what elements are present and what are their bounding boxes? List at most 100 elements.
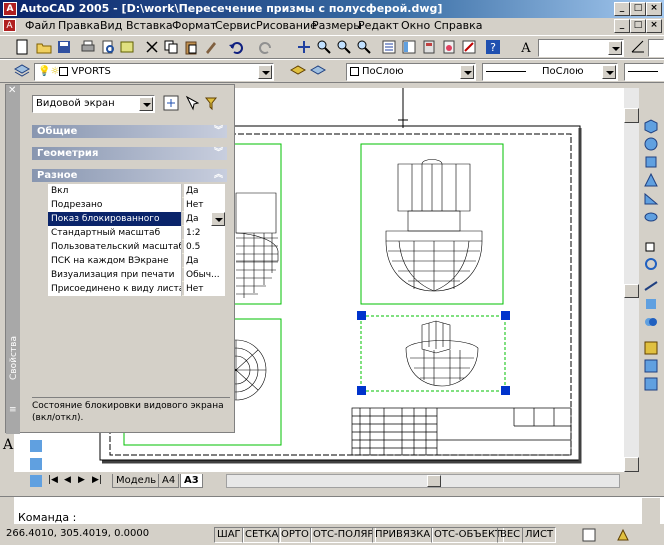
property-row[interactable]: Вкл Да xyxy=(48,184,225,198)
horizontal-scrollbar[interactable] xyxy=(226,474,620,488)
property-row[interactable]: ПСК на каждом ВЭкране Да xyxy=(48,254,225,268)
minimize-button[interactable]: _ xyxy=(614,2,630,16)
menu-draw[interactable]: Рисование xyxy=(256,19,317,32)
cone-icon[interactable] xyxy=(643,172,659,188)
tab-last-icon[interactable]: ▶| xyxy=(92,475,102,485)
property-value[interactable]: 0.5 xyxy=(184,240,225,254)
doc-minimize-button[interactable]: _ xyxy=(614,19,630,33)
section-misc[interactable]: Разное ︽ xyxy=(32,169,227,182)
sphere-icon[interactable] xyxy=(643,136,659,152)
tab-model[interactable]: Модель xyxy=(112,474,161,488)
markup-set-manager-icon[interactable] xyxy=(461,39,477,55)
scroll-thumb[interactable] xyxy=(624,284,639,298)
print-icon[interactable] xyxy=(80,39,96,55)
zoom-realtime-icon[interactable] xyxy=(316,39,332,55)
command-window[interactable]: Команда : xyxy=(0,496,664,525)
pan-realtime-icon[interactable] xyxy=(296,39,312,55)
menu-insert[interactable]: Вставка xyxy=(126,19,173,32)
communication-center-icon[interactable] xyxy=(616,528,630,542)
close-button[interactable]: × xyxy=(646,2,662,16)
paste-icon[interactable] xyxy=(183,39,199,55)
palette-autohide-icon[interactable]: ≡ xyxy=(9,405,17,415)
menu-edit[interactable]: Правка xyxy=(58,19,100,32)
toggle-polar[interactable]: ОТС-ПОЛЯР xyxy=(310,527,377,543)
design-center-icon[interactable] xyxy=(401,39,417,55)
interfere-icon[interactable] xyxy=(643,314,659,330)
property-row[interactable]: Пользовательский масштаб 0.5 xyxy=(48,240,225,254)
toggle-lweight[interactable]: ВЕС xyxy=(497,527,524,543)
maximize-button[interactable]: □ xyxy=(630,2,646,16)
linetype-control[interactable]: ПоСлою xyxy=(482,63,618,81)
doc-close-button[interactable]: × xyxy=(646,19,662,33)
setup-drawing-icon[interactable] xyxy=(643,340,659,356)
palette-title-strip[interactable]: ✕ Свойства ≡ xyxy=(6,85,20,434)
color-dropdown-arrow[interactable] xyxy=(460,65,474,79)
tab-a3[interactable]: A3 xyxy=(180,474,203,488)
grip-bottom-right[interactable] xyxy=(501,386,510,395)
layer-dropdown-arrow[interactable] xyxy=(258,65,272,79)
layer-combo[interactable]: 💡☼ VPORTS xyxy=(34,63,274,81)
slice-icon[interactable] xyxy=(643,278,659,294)
copy-icon[interactable] xyxy=(163,39,179,55)
torus-icon[interactable] xyxy=(643,208,659,224)
property-value[interactable]: Обыч... xyxy=(184,268,225,282)
lineweight-control[interactable] xyxy=(624,63,664,81)
grip-top-left[interactable] xyxy=(357,311,366,320)
property-row-selected[interactable]: Показ блокированного Да xyxy=(48,212,225,226)
object-type-select[interactable]: Видовой экран xyxy=(32,95,155,113)
linetype-dropdown-arrow[interactable] xyxy=(602,65,616,79)
scroll-up-arrow[interactable] xyxy=(624,108,639,123)
menu-format[interactable]: Формат xyxy=(172,19,217,32)
make-object-layer-current-icon[interactable] xyxy=(290,63,306,79)
save-icon[interactable] xyxy=(56,39,72,55)
properties-icon[interactable] xyxy=(381,39,397,55)
menu-file[interactable]: Файл xyxy=(25,19,55,32)
toggle-ortho[interactable]: ОРТО xyxy=(278,527,312,543)
multiline-text-icon[interactable]: A xyxy=(3,437,13,453)
hscroll-thumb[interactable] xyxy=(427,475,441,487)
property-row[interactable]: Стандартный масштаб 1:2 xyxy=(48,226,225,240)
redo-icon[interactable] xyxy=(258,39,274,55)
menu-dimension[interactable]: Размеры xyxy=(312,19,362,32)
box-icon[interactable] xyxy=(643,118,659,134)
coordinates-readout[interactable]: 266.4010, 305.4019, 0.0000 xyxy=(4,527,204,543)
autocad-app-icon[interactable]: A xyxy=(3,2,17,16)
document-icon[interactable]: A xyxy=(3,19,16,32)
dimension-style-icon[interactable] xyxy=(630,39,646,55)
doc-restore-button[interactable]: □ xyxy=(630,19,646,33)
quick-select-icon[interactable] xyxy=(203,95,219,111)
extrude-icon[interactable] xyxy=(643,238,659,254)
layout-tools-icons[interactable] xyxy=(28,438,44,488)
property-row[interactable]: Визуализация при печати Обыч... xyxy=(48,268,225,282)
menu-tools[interactable]: Сервис xyxy=(215,19,256,32)
text-style-dropdown-arrow[interactable] xyxy=(608,41,622,55)
property-value[interactable]: 1:2 xyxy=(184,226,225,240)
match-properties-icon[interactable] xyxy=(203,39,219,55)
command-scrollbar[interactable] xyxy=(642,498,660,524)
property-dropdown-arrow[interactable] xyxy=(211,212,225,226)
layer-previous-icon[interactable] xyxy=(310,63,326,79)
setup-profile-icon[interactable] xyxy=(643,376,659,392)
select-objects-icon[interactable] xyxy=(183,95,199,111)
section-geometry[interactable]: Геометрия ︾ xyxy=(32,147,227,160)
grip-top-right[interactable] xyxy=(501,311,510,320)
zoom-window-icon[interactable] xyxy=(336,39,352,55)
property-value[interactable]: Да xyxy=(184,184,225,198)
toggle-snap[interactable]: ШАГ xyxy=(214,527,244,543)
toggle-pickadd-icon[interactable] xyxy=(163,95,179,111)
toggle-otrack[interactable]: ОТС-ОБЪЕКТ xyxy=(431,527,505,543)
menu-window[interactable]: Окно xyxy=(401,19,430,32)
dimension-style-combo[interactable] xyxy=(648,39,664,57)
zoom-previous-icon[interactable] xyxy=(356,39,372,55)
property-row[interactable]: Подрезано Нет xyxy=(48,198,225,212)
tab-a4[interactable]: A4 xyxy=(158,474,180,488)
publish-icon[interactable] xyxy=(119,39,135,55)
menu-help[interactable]: Справка xyxy=(434,19,482,32)
wedge-icon[interactable] xyxy=(643,190,659,206)
palette-close-icon[interactable]: ✕ xyxy=(8,85,16,96)
undo-icon[interactable] xyxy=(228,39,244,55)
toggle-paper[interactable]: ЛИСТ xyxy=(522,527,557,543)
property-value[interactable]: Нет xyxy=(184,198,225,212)
layer-manager-icon[interactable] xyxy=(14,63,30,79)
new-file-icon[interactable] xyxy=(14,39,30,55)
